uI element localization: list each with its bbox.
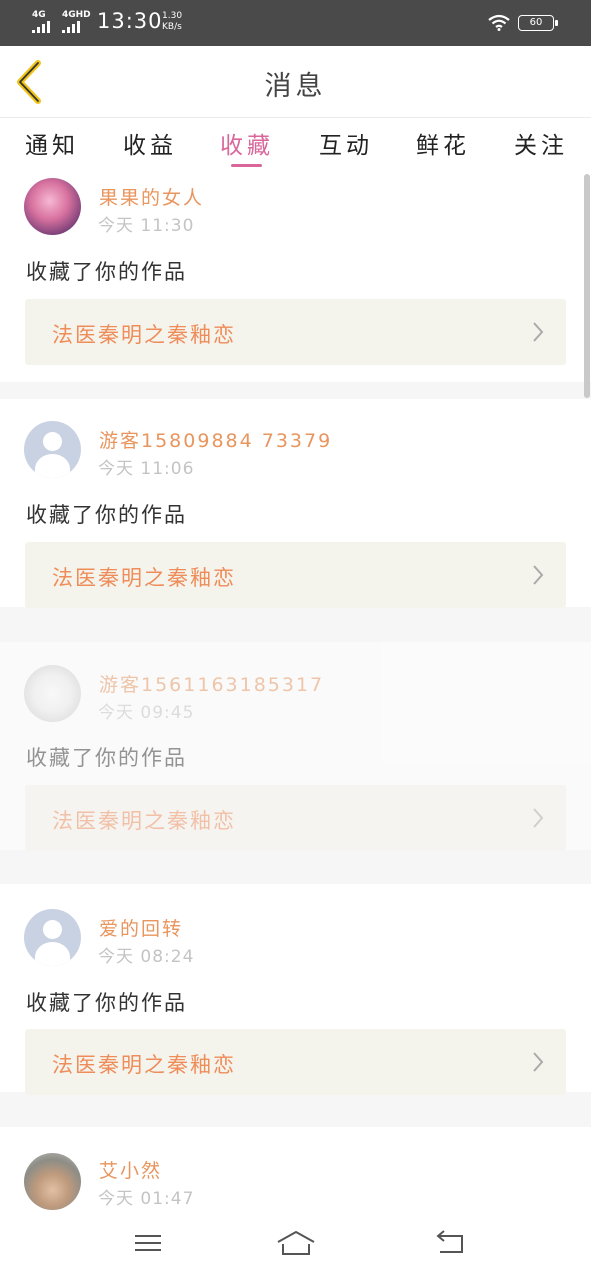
message-card: 艾小然 今天 01:47 — [0, 1127, 591, 1214]
work-title: 法医秦明之秦釉恋 — [52, 323, 236, 347]
tab-flowers[interactable]: 鲜花 — [416, 126, 470, 160]
network-type-2: 4GHD — [62, 10, 91, 20]
signal-bars-icon — [62, 21, 91, 33]
signal-1: 4G — [32, 10, 50, 33]
message-card: 果果的女人 今天 11:30 收藏了你的作品 法医秦明之秦釉恋 — [0, 174, 591, 382]
tab-interactions[interactable]: 互动 — [319, 126, 373, 160]
work-link[interactable]: 法医秦明之秦釉恋 — [25, 299, 566, 365]
back-icon[interactable] — [434, 1228, 468, 1258]
page-title: 消息 — [264, 71, 327, 102]
tab-notifications[interactable]: 通知 — [25, 126, 79, 160]
tab-follows[interactable]: 关注 — [514, 126, 568, 160]
username[interactable]: 果果的女人 — [99, 183, 204, 210]
scrollbar[interactable] — [584, 174, 590, 398]
chevron-right-icon — [533, 1052, 544, 1072]
status-bar: 4G 4GHD 13:30 1.30 KB/s 60 — [0, 0, 591, 46]
default-avatar-icon — [43, 920, 62, 939]
system-nav-bar — [0, 1214, 591, 1280]
message-time: 今天 09:45 — [98, 703, 195, 723]
tab-earnings[interactable]: 收益 — [123, 126, 177, 160]
action-text: 收藏了你的作品 — [26, 503, 187, 527]
work-link[interactable]: 法医秦明之秦釉恋 — [25, 1029, 566, 1095]
message-list[interactable]: 果果的女人 今天 11:30 收藏了你的作品 法医秦明之秦釉恋 游客158098… — [0, 174, 591, 1214]
action-text: 收藏了你的作品 — [26, 260, 187, 284]
message-time: 今天 08:24 — [98, 947, 195, 967]
work-title: 法医秦明之秦釉恋 — [52, 1053, 236, 1077]
work-link[interactable]: 法医秦明之秦釉恋 — [25, 785, 566, 851]
username[interactable]: 爱的回转 — [99, 914, 183, 941]
status-time: 13:30 — [97, 9, 163, 33]
avatar[interactable] — [24, 1153, 81, 1210]
chevron-right-icon — [533, 565, 544, 585]
work-title: 法医秦明之秦釉恋 — [52, 566, 236, 590]
username[interactable]: 游客1561163185317 — [99, 670, 324, 697]
message-card: 爱的回转 今天 08:24 收藏了你的作品 法医秦明之秦釉恋 — [0, 884, 591, 1095]
menu-icon[interactable] — [133, 1228, 163, 1258]
signal-bars-icon — [32, 21, 50, 33]
signal-2: 4GHD — [62, 10, 91, 33]
message-time: 今天 11:30 — [98, 216, 195, 236]
wifi-icon — [488, 14, 510, 31]
avatar-body — [35, 454, 70, 478]
avatar[interactable] — [24, 909, 81, 966]
avatar[interactable] — [24, 178, 81, 235]
action-text: 收藏了你的作品 — [26, 746, 187, 770]
home-icon[interactable] — [275, 1228, 317, 1260]
work-link[interactable]: 法医秦明之秦釉恋 — [25, 542, 566, 608]
active-tab-indicator — [231, 164, 262, 167]
message-time: 今天 01:47 — [98, 1189, 195, 1209]
avatar[interactable] — [24, 665, 81, 722]
username[interactable]: 游客15809884 73379 — [99, 426, 332, 453]
network-speed: 1.30 KB/s — [162, 11, 182, 33]
message-card: 游客15809884 73379 今天 11:06 收藏了你的作品 法医秦明之秦… — [0, 399, 591, 608]
speed-value: 1.30 — [162, 11, 183, 21]
message-time: 今天 11:06 — [98, 459, 195, 479]
default-avatar-icon — [43, 432, 62, 451]
avatar-body — [35, 942, 70, 966]
work-title: 法医秦明之秦釉恋 — [52, 809, 236, 833]
message-card: 游客1561163185317 今天 09:45 收藏了你的作品 法医秦明之秦釉… — [0, 642, 591, 851]
avatar[interactable] — [24, 421, 81, 478]
network-type-1: 4G — [32, 10, 46, 20]
speed-unit: KB/s — [162, 22, 182, 32]
username[interactable]: 艾小然 — [99, 1156, 162, 1183]
tab-bar: 通知 收益 收藏 互动 鲜花 关注 — [0, 118, 591, 174]
nav-header: 消息 — [0, 46, 591, 118]
chevron-right-icon — [533, 322, 544, 342]
battery-icon: 60 — [518, 15, 558, 31]
tab-favorites[interactable]: 收藏 — [220, 126, 274, 160]
chevron-right-icon — [533, 808, 544, 828]
action-text: 收藏了你的作品 — [26, 991, 187, 1015]
